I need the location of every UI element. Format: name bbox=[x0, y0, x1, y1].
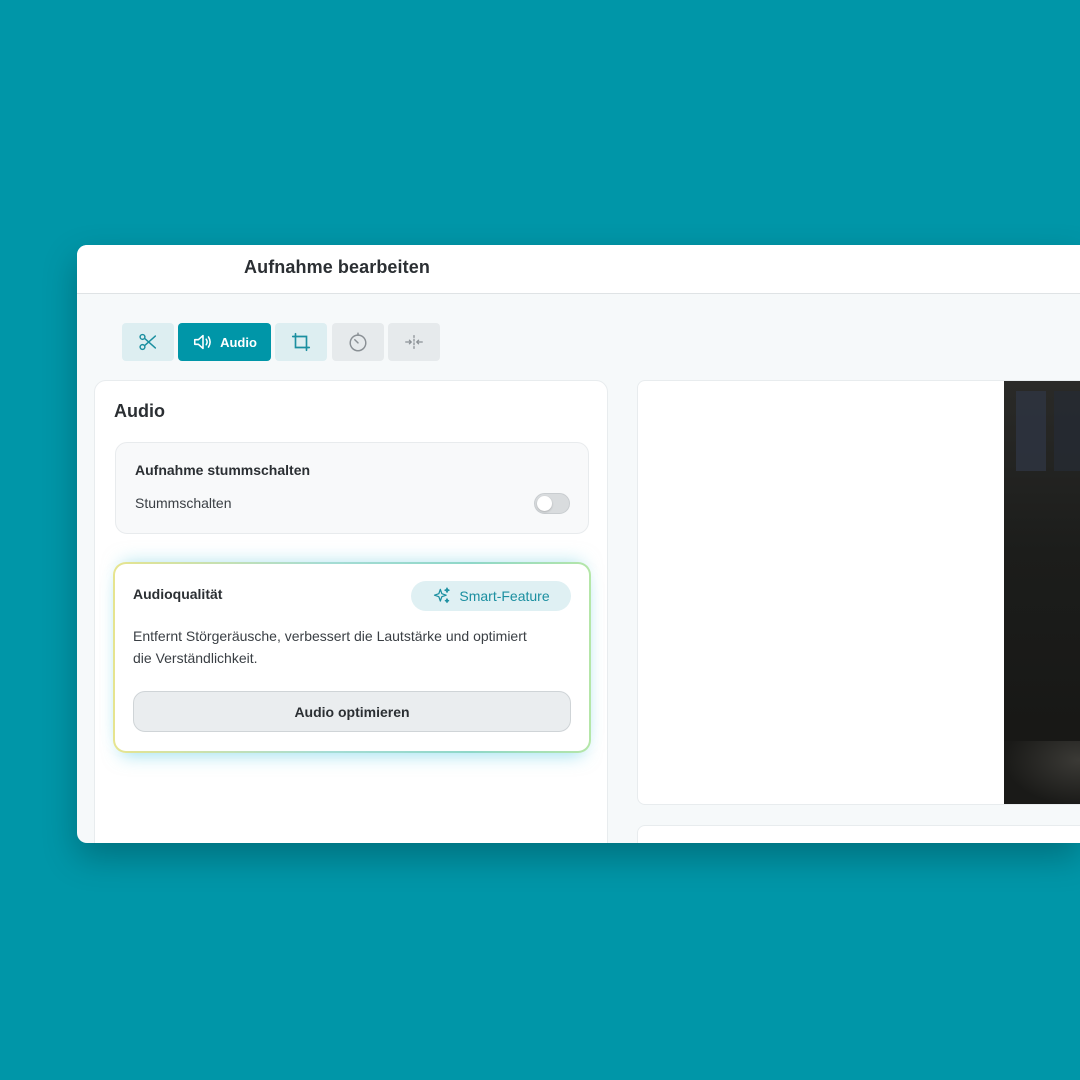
audio-quality-description: Entfernt Störgeräusche, verbessert die L… bbox=[133, 628, 527, 666]
audio-tool-button[interactable]: Audio bbox=[178, 323, 271, 361]
optimize-audio-button[interactable]: Audio optimieren bbox=[133, 691, 571, 732]
audio-quality-card: Audioqualität Smart-Feature Entfernt Stö… bbox=[113, 562, 591, 753]
video-preview bbox=[637, 380, 1080, 805]
audio-tool-label: Audio bbox=[220, 334, 257, 350]
mute-toggle[interactable] bbox=[534, 493, 570, 514]
mute-card: Aufnahme stummschalten Stummschalten bbox=[115, 442, 589, 534]
sparkle-icon bbox=[434, 587, 451, 604]
smart-feature-badge: Smart-Feature bbox=[411, 581, 571, 611]
crop-tool-button[interactable] bbox=[275, 323, 327, 361]
mute-toggle-label: Stummschalten bbox=[135, 495, 232, 511]
timer-icon bbox=[349, 332, 367, 352]
cut-tool-button[interactable] bbox=[122, 323, 174, 361]
merge-tool-button[interactable] bbox=[388, 323, 440, 361]
panel-title: Audio bbox=[114, 401, 165, 421]
merge-icon bbox=[405, 334, 423, 350]
timeline-panel bbox=[637, 825, 1080, 843]
crop-icon bbox=[291, 332, 311, 352]
scissors-icon bbox=[139, 333, 157, 351]
video-frame bbox=[1004, 381, 1080, 804]
speed-tool-button[interactable] bbox=[332, 323, 384, 361]
speaker-icon bbox=[194, 334, 211, 350]
smart-feature-label: Smart-Feature bbox=[459, 588, 550, 604]
toggle-knob bbox=[537, 496, 552, 511]
window-title: Aufnahme bearbeiten bbox=[244, 257, 430, 277]
mute-card-heading: Aufnahme stummschalten bbox=[135, 462, 311, 478]
audio-quality-heading: Audioqualität bbox=[133, 586, 223, 602]
edit-recording-window: Aufnahme bearbeiten Audio Audio Aufnahme… bbox=[77, 245, 1080, 843]
audio-settings-panel: Audio Aufnahme stummschalten Stummschalt… bbox=[94, 380, 608, 843]
title-bar: Aufnahme bearbeiten bbox=[77, 245, 1080, 294]
